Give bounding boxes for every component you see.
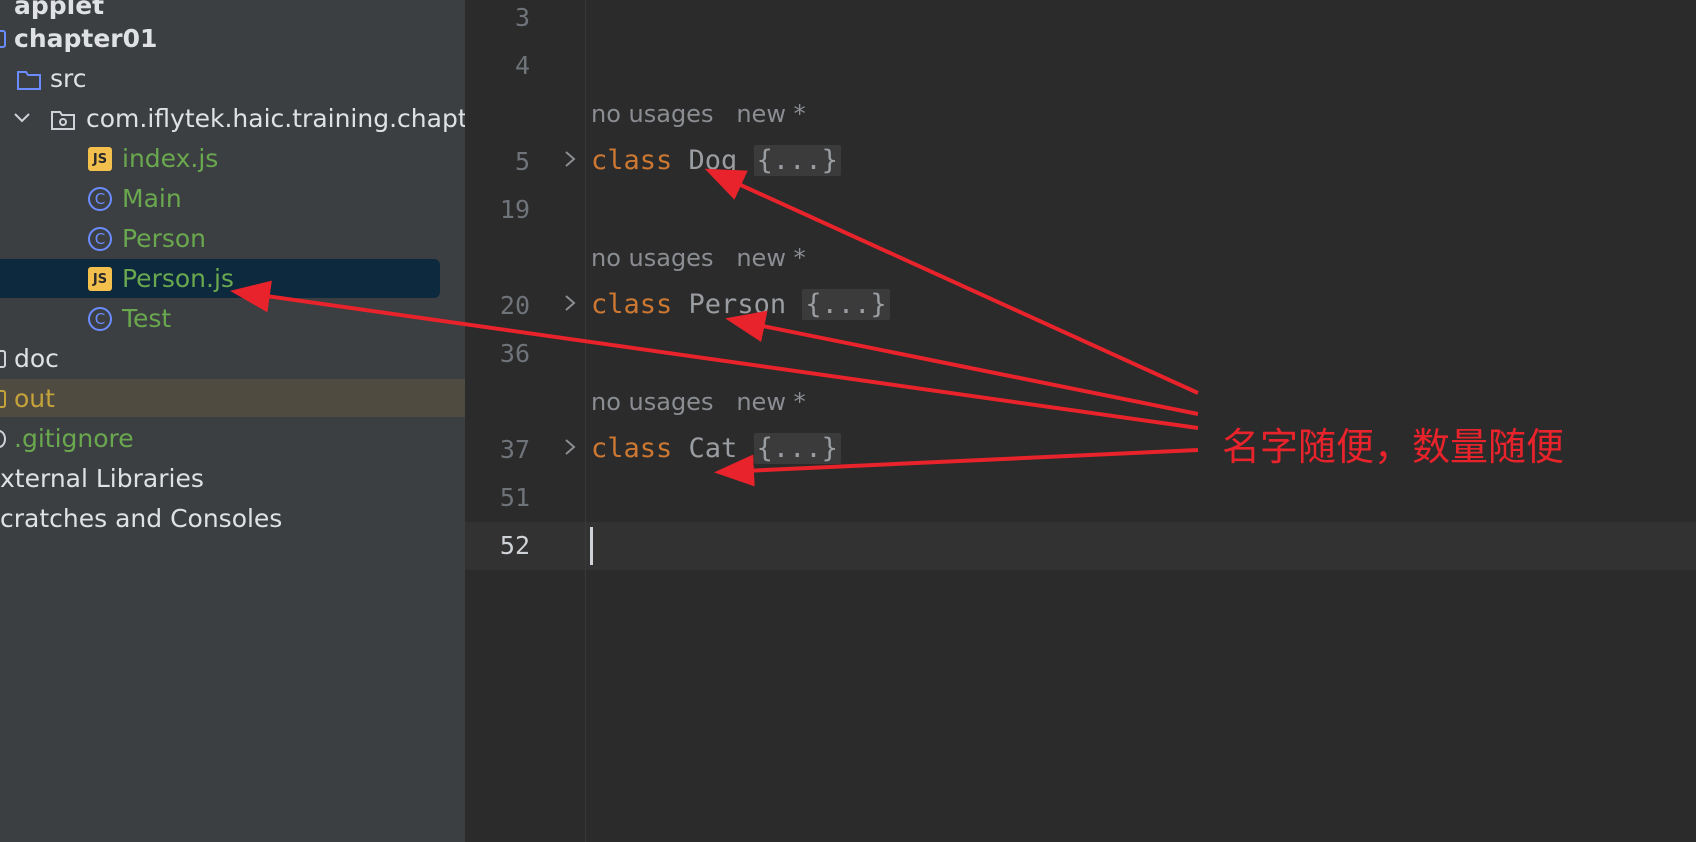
tree-item-label: index.js [122, 144, 219, 173]
tree-item-gitignore[interactable]: .gitignore [0, 419, 465, 459]
tree-item-chapter01[interactable]: chapter01 [0, 19, 465, 59]
project-tree: applet chapter01 src com.iflytek.haic.tr… [0, 0, 465, 842]
chevron-down-icon[interactable] [12, 107, 32, 129]
folder-icon [0, 350, 6, 368]
folded-block[interactable]: {...} [753, 433, 841, 464]
tree-item-main[interactable]: C Main [0, 179, 465, 219]
class-name: Person [688, 289, 787, 320]
tree-item-label: cratches and Consoles [0, 504, 283, 533]
tree-item-label: out [14, 384, 55, 413]
tree-item-label: doc [14, 344, 59, 373]
tree-item-label: Person [122, 224, 207, 253]
line-number: 4 [514, 51, 530, 80]
keyword: class [591, 433, 673, 464]
package-folder-icon [50, 107, 76, 131]
tree-item-out[interactable]: out [0, 379, 465, 419]
fold-expand-icon[interactable] [563, 292, 577, 320]
tree-item-label: Test [122, 304, 172, 333]
tree-item-label: Main [122, 184, 182, 213]
current-line-highlight [465, 522, 1696, 570]
tree-item-label: .gitignore [14, 424, 134, 453]
fold-expand-icon[interactable] [563, 436, 577, 464]
inlay-hint[interactable]: no usages new * [591, 244, 806, 272]
excluded-folder-icon [0, 390, 6, 408]
author-hint[interactable]: new * [736, 388, 805, 416]
code-line-class-cat[interactable]: class Cat {...} [591, 433, 841, 464]
tree-item-scratches[interactable]: cratches and Consoles [0, 499, 465, 539]
fold-expand-icon[interactable] [563, 148, 577, 176]
tree-item-person-js[interactable]: JS Person.js [0, 259, 465, 299]
module-icon [0, 30, 6, 48]
author-hint[interactable]: new * [736, 244, 805, 272]
annotation-text: 名字随便，数量随便 [1222, 425, 1565, 469]
javascript-file-icon: JS [88, 267, 112, 291]
tree-item-package[interactable]: com.iflytek.haic.training.chapte [0, 99, 465, 139]
line-number: 36 [499, 339, 530, 368]
code-line-class-person[interactable]: class Person {...} [591, 289, 890, 320]
gutter-divider [585, 0, 586, 842]
usages-hint[interactable]: no usages [591, 244, 713, 272]
line-number: 5 [514, 147, 530, 176]
javascript-file-icon: JS [88, 147, 112, 171]
folded-block[interactable]: {...} [753, 145, 841, 176]
class-icon: C [88, 187, 112, 211]
tree-item-external-libraries[interactable]: xternal Libraries [0, 459, 465, 499]
class-icon: C [88, 307, 112, 331]
line-number: 20 [499, 291, 530, 320]
tree-item-label: src [50, 64, 87, 93]
class-icon: C [88, 227, 112, 251]
tree-item-label: Person.js [122, 264, 234, 293]
folder-icon [16, 67, 42, 91]
folded-block[interactable]: {...} [802, 289, 890, 320]
line-number: 37 [499, 435, 530, 464]
tree-item-person[interactable]: C Person [0, 219, 465, 259]
code-line-class-dog[interactable]: class Dog {...} [591, 145, 841, 176]
inlay-hint[interactable]: no usages new * [591, 388, 806, 416]
line-number: 19 [499, 195, 530, 224]
tree-item-label: chapter01 [14, 24, 158, 53]
inlay-hint[interactable]: no usages new * [591, 100, 806, 128]
tree-item-src[interactable]: src [0, 59, 465, 99]
tree-item-test[interactable]: C Test [0, 299, 465, 339]
line-number: 3 [514, 3, 530, 32]
tree-item-index-js[interactable]: JS index.js [0, 139, 465, 179]
keyword: class [591, 289, 673, 320]
text-caret [590, 527, 593, 565]
usages-hint[interactable]: no usages [591, 100, 713, 128]
keyword: class [591, 145, 673, 176]
usages-hint[interactable]: no usages [591, 388, 713, 416]
line-number-current: 52 [499, 531, 530, 560]
tree-item-doc[interactable]: doc [0, 339, 465, 379]
class-name: Dog [688, 145, 738, 176]
line-number: 51 [499, 483, 530, 512]
tree-item-label: xternal Libraries [0, 464, 204, 493]
ignore-file-icon [0, 430, 6, 448]
author-hint[interactable]: new * [736, 100, 805, 128]
tree-item-label: com.iflytek.haic.training.chapte [86, 104, 465, 133]
class-name: Cat [688, 433, 738, 464]
